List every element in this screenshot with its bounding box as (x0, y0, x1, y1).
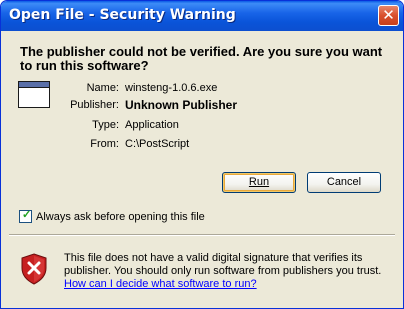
application-window-icon (18, 81, 50, 108)
security-shield-icon (21, 253, 47, 285)
checkmark-icon: ✓ (22, 209, 32, 221)
type-label: Type: (92, 119, 119, 131)
separator (9, 234, 395, 236)
name-value: winsteng-1.0.6.exe (125, 82, 218, 94)
cancel-button-label: Cancel (326, 176, 362, 188)
from-value: C:\PostScript (125, 138, 190, 150)
dialog-question: The publisher could not be verified. Are… (20, 44, 383, 73)
warning-message: This file does not have a valid digital … (64, 252, 382, 277)
help-link[interactable]: How can I decide what software to run? (64, 278, 257, 290)
always-ask-checkbox[interactable]: ✓ (19, 209, 32, 223)
window-title: Open File - Security Warning (9, 7, 236, 23)
close-button[interactable]: ✕ (378, 5, 399, 26)
cancel-button[interactable]: Cancel (307, 172, 381, 193)
close-icon: ✕ (382, 6, 395, 24)
from-label: From: (90, 138, 119, 150)
publisher-value: Unknown Publisher (125, 98, 238, 112)
always-ask-option[interactable]: ✓ Always ask before opening this file (19, 209, 205, 223)
type-value: Application (125, 119, 179, 131)
always-ask-label: Always ask before opening this file (36, 210, 205, 223)
name-label: Name: (86, 82, 119, 94)
security-warning-dialog: Open File - Security Warning ✕ The publi… (0, 0, 404, 309)
title-bar[interactable]: Open File - Security Warning ✕ (1, 1, 403, 31)
run-button[interactable]: Run (222, 172, 296, 193)
publisher-label: Publisher: (70, 99, 119, 111)
run-button-label: Run (248, 176, 270, 188)
